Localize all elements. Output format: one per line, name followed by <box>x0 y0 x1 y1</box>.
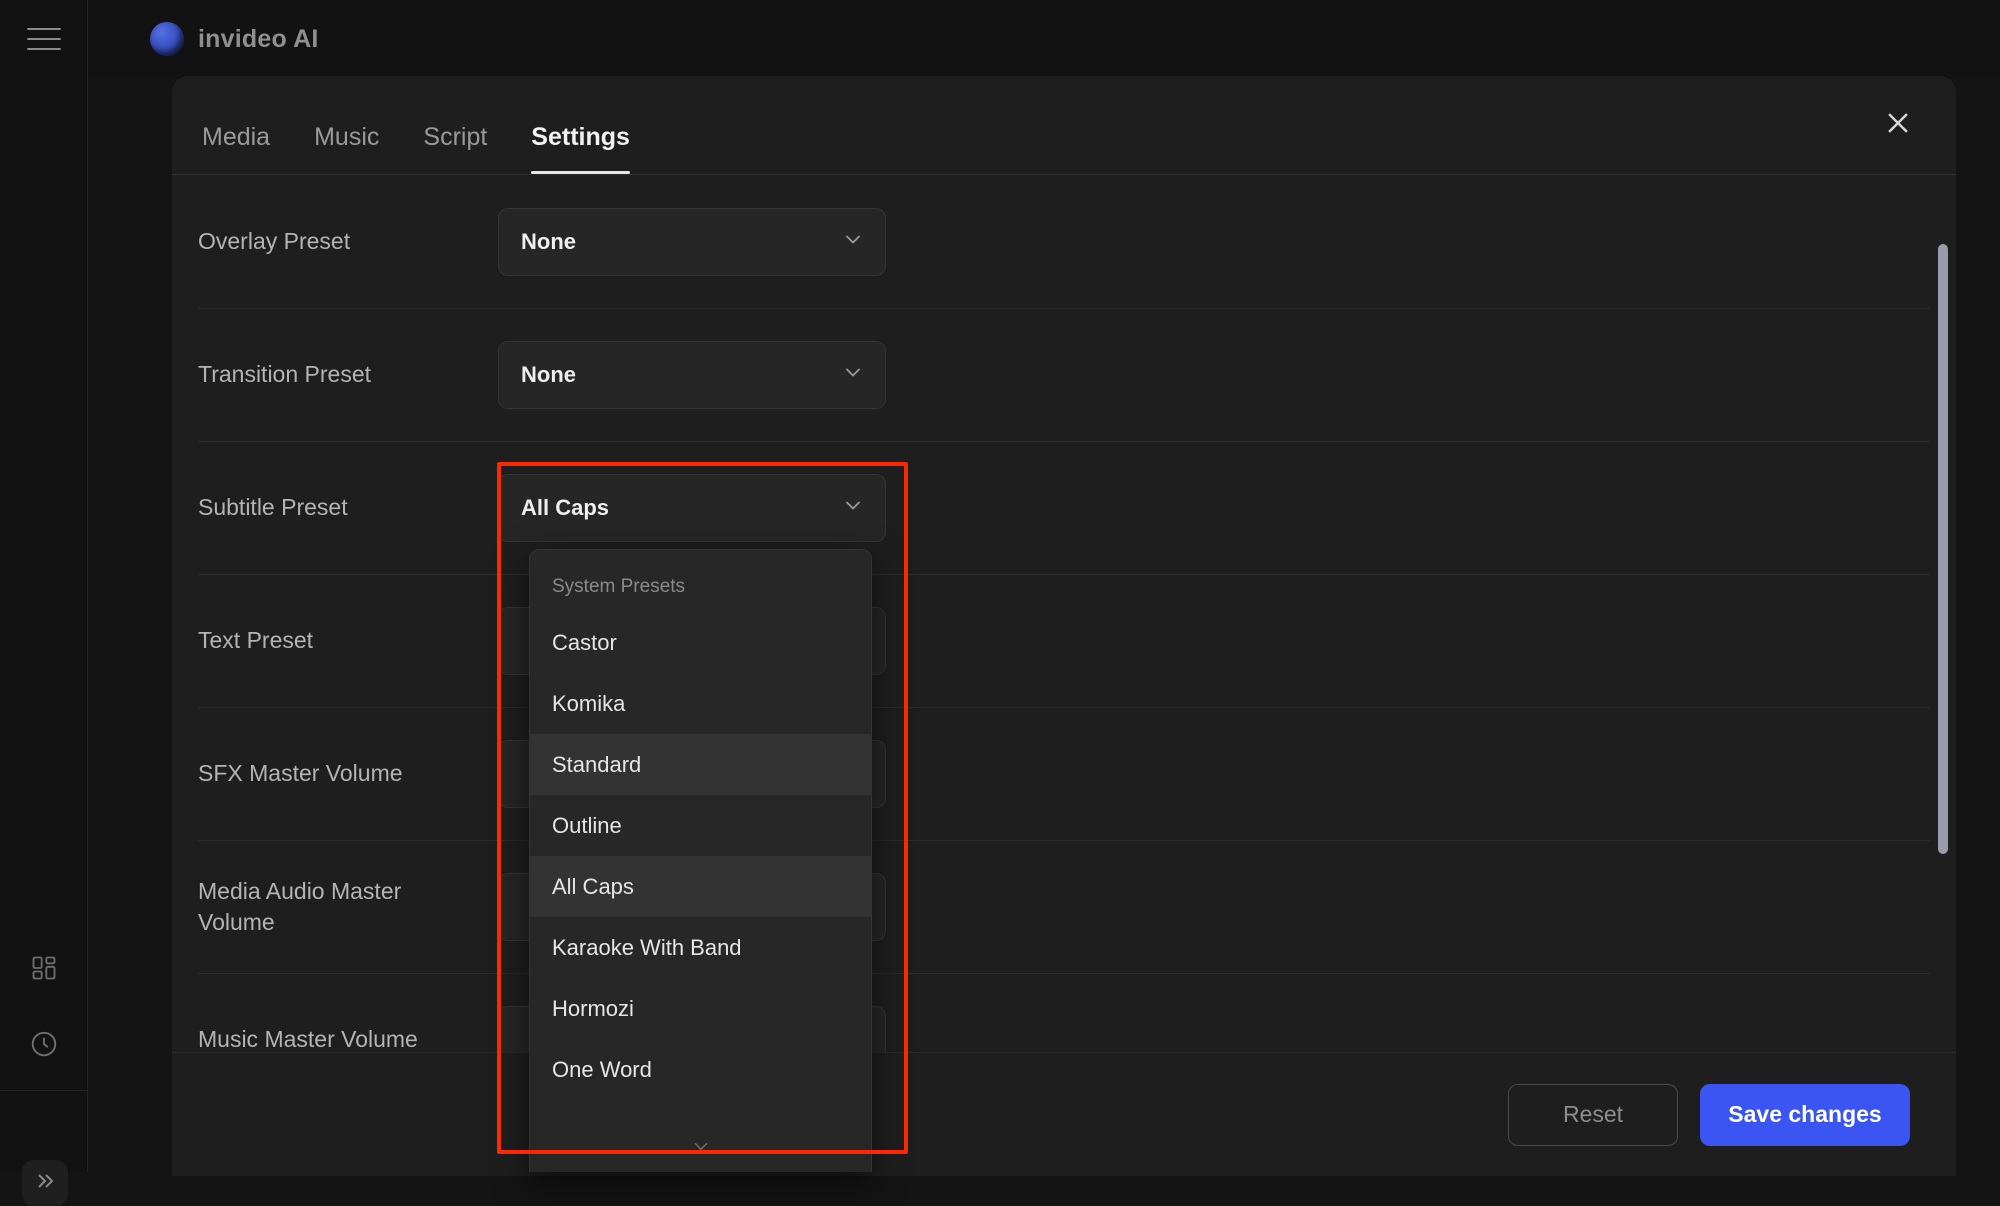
row-label: Music Master Volume <box>198 1026 418 1053</box>
left-rail <box>0 78 88 1206</box>
select-value: None <box>521 229 576 254</box>
chevron-down-icon <box>841 360 865 390</box>
dropdown-option-one-word[interactable]: One Word <box>530 1039 871 1100</box>
modal-header: Media Music Script Settings <box>172 76 1956 175</box>
transition-preset-select[interactable]: None <box>498 341 886 409</box>
row-label: Text Preset <box>198 627 314 654</box>
row-label: Transition Preset <box>198 361 371 388</box>
hamburger-icon <box>26 28 61 50</box>
sidebar-item-history[interactable] <box>0 1024 88 1068</box>
clock-history-icon <box>29 1029 59 1064</box>
tab-music[interactable]: Music <box>314 123 379 174</box>
dropdown-option-karaoke-with-band[interactable]: Karaoke With Band <box>530 917 871 978</box>
reset-button[interactable]: Reset <box>1508 1083 1678 1146</box>
subtitle-preset-select[interactable]: All Caps <box>498 474 886 542</box>
close-button[interactable] <box>1878 105 1918 145</box>
setting-row-media-audio-master-volume: Media Audio Master Volume % <box>198 841 1930 974</box>
setting-row-subtitle-preset: Subtitle Preset All Caps <box>198 442 1930 575</box>
sidebar-item-dashboard[interactable] <box>0 948 88 992</box>
row-label: SFX Master Volume <box>198 760 403 787</box>
invideo-logo-icon <box>150 22 184 56</box>
dropdown-option-komika[interactable]: Komika <box>530 673 871 734</box>
brand[interactable]: invideo AI <box>150 22 319 56</box>
row-label: Overlay Preset <box>198 228 351 255</box>
tab-script[interactable]: Script <box>423 123 487 174</box>
top-bar: invideo AI <box>0 0 2000 78</box>
dropdown-option-standard[interactable]: Standard <box>530 734 871 795</box>
scrollbar[interactable] <box>1938 182 1948 1122</box>
double-chevron-right-icon <box>33 1169 57 1198</box>
settings-list[interactable]: Overlay Preset None Transition Preset No… <box>172 176 1956 1176</box>
grid-dashboard-icon <box>30 954 58 987</box>
subtitle-preset-dropdown[interactable]: System Presets Castor Komika Standard Ou… <box>529 549 872 1172</box>
settings-modal: Media Music Script Settings Overlay Pres… <box>172 76 1956 1176</box>
dropdown-group-label: System Presets <box>552 576 686 597</box>
dropdown-option-hormozi[interactable]: Hormozi <box>530 978 871 1039</box>
close-icon <box>1884 109 1912 142</box>
chevron-down-icon <box>690 1135 712 1162</box>
expand-sidebar-button[interactable] <box>22 1160 68 1206</box>
setting-row-overlay-preset: Overlay Preset None <box>198 176 1930 309</box>
select-value: None <box>521 362 576 387</box>
brand-name: invideo AI <box>198 24 319 53</box>
select-value: All Caps <box>521 495 610 520</box>
dropdown-scroll-hint <box>530 1135 871 1162</box>
row-label: Media Audio Master Volume <box>198 877 402 935</box>
save-changes-button[interactable]: Save changes <box>1700 1083 1910 1146</box>
tab-bar: Media Music Script Settings <box>172 76 630 174</box>
dropdown-option-outline[interactable]: Outline <box>530 795 871 856</box>
dropdown-option-all-caps[interactable]: All Caps <box>530 856 871 917</box>
setting-row-text-preset: Text Preset <box>198 575 1930 708</box>
scrollbar-thumb[interactable] <box>1938 244 1948 854</box>
modal-footer: Reset Save changes <box>172 1052 1956 1176</box>
setting-row-sfx-master-volume: SFX Master Volume % <box>198 708 1930 841</box>
dropdown-option-castor[interactable]: Castor <box>530 612 871 673</box>
tab-settings[interactable]: Settings <box>531 123 630 174</box>
tab-media[interactable]: Media <box>202 123 270 174</box>
chevron-down-icon <box>841 227 865 257</box>
setting-row-transition-preset: Transition Preset None <box>198 309 1930 442</box>
menu-button[interactable] <box>0 0 88 78</box>
rail-divider <box>0 1090 88 1091</box>
overlay-preset-select[interactable]: None <box>498 208 886 276</box>
chevron-down-icon <box>841 493 865 523</box>
row-label: Subtitle Preset <box>198 494 348 521</box>
